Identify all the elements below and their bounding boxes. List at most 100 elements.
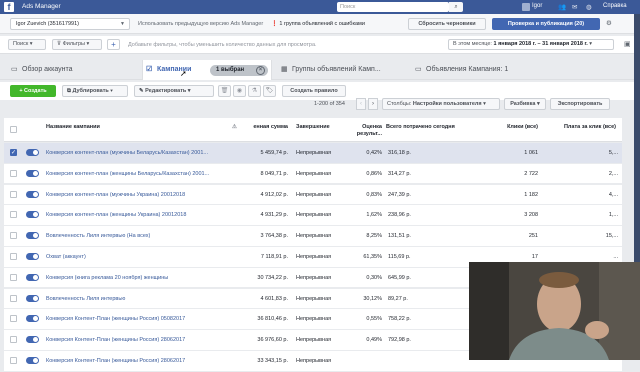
breakdown-button[interactable]: Разбивка ▾ [504,98,546,110]
row-checkbox[interactable] [10,253,17,260]
warning-icon: ❗ [271,21,278,27]
table-row[interactable]: Конверсия контент-план (мужчины Беларусь… [4,143,622,164]
row-checkbox[interactable] [10,149,17,156]
col-result-estimate[interactable]: Оценка результ... [350,124,382,137]
result-cell: 0,83% [366,191,382,198]
delete-icon[interactable]: 🗑 [218,85,231,97]
campaign-name[interactable]: Конверсия контент-план (женщины Украина)… [46,212,222,218]
prev-page-icon[interactable]: ‹ [356,98,366,110]
table-row[interactable]: Конверсия контент-план (женщины Беларусь… [4,163,622,185]
selected-badge[interactable]: 1 выбран × [210,65,268,76]
filter-hint: Добавьте фильтры, чтобы уменьшить количе… [128,42,317,48]
selected-badge-label: 1 выбран [216,67,245,73]
row-checkbox[interactable] [10,190,17,198]
end-cell: Непрерывная [296,212,332,219]
select-all-checkbox[interactable] [10,126,17,133]
row-checkbox[interactable] [10,211,17,219]
tab-account-overview[interactable]: ▭ Обзор аккаунта [8,60,138,80]
search-input[interactable]: Поиск [337,2,449,12]
next-page-icon[interactable]: › [368,98,378,110]
col-budget[interactable]: енная сумма [244,124,288,131]
ab-test-icon[interactable]: ⚗ [248,85,261,97]
facebook-logo-icon[interactable]: f [4,2,14,12]
table-row[interactable]: Конверсия контент-план (женщины Украина)… [4,205,622,226]
account-selector[interactable]: Igor Zuevich (351617991) ▼ [10,18,130,30]
campaign-toggle[interactable] [26,253,39,260]
col-campaign-name[interactable]: Название кампании [46,124,100,131]
campaign-toggle[interactable] [26,273,39,281]
user-name[interactable]: Igor [532,3,542,9]
cpc-cell: 15,... [605,233,618,240]
campaign-toggle[interactable] [26,294,39,302]
end-cell: Непрерывная [296,274,332,281]
edit-button[interactable]: ✎ Редактировать ▾ [134,85,214,97]
review-publish-button[interactable]: Проверка и публикация (20) [492,18,600,30]
close-icon[interactable]: × [256,66,265,75]
spent-cell: 645,99 р. [388,274,411,281]
create-rule-button[interactable]: Создать правило [282,85,346,97]
clicks-cell: 3 208 [524,212,538,219]
campaign-name[interactable]: Конверсия Контент-План (женщины Россия) … [46,316,222,322]
campaign-name[interactable]: Конверсия контент-план (мужчины Украина)… [46,192,222,198]
add-filter-button[interactable]: + [107,39,120,50]
budget-cell: 4 931,29 р. [260,212,288,219]
col-clicks[interactable]: Клики (все) [494,124,538,131]
tab-ad-sets[interactable]: ▦ Группы объявлений Камп... [278,60,408,80]
campaign-toggle[interactable] [26,149,39,156]
columns-dropdown[interactable]: Столбцы: Настройки пользователя ▾ [382,98,500,110]
date-range-value: 1 января 2018 г. – 31 января 2018 г. [493,41,588,47]
row-checkbox[interactable] [10,169,17,177]
app-title[interactable]: Ads Manager [22,3,61,10]
campaign-toggle[interactable] [26,315,39,323]
preview-icon[interactable]: ◉ [233,85,246,97]
row-checkbox[interactable] [10,232,17,240]
filter-icon: ⊽ [57,41,62,47]
campaign-name[interactable]: Вовлеченность Лиля интервью (На всех) [46,233,222,239]
col-spent-today[interactable]: Всего потрачено сегодня [386,124,455,131]
campaign-name[interactable]: Конверсия контент-план (женщины Беларусь… [46,171,222,177]
export-button[interactable]: Экспортировать [550,98,610,110]
campaign-name[interactable]: Вовлеченность Лиля интервью [46,296,222,302]
campaign-toggle[interactable] [26,232,39,240]
campaign-toggle[interactable] [26,211,39,219]
table-row[interactable]: Конверсия контент-план (мужчины Украина)… [4,184,622,206]
spent-cell: 89,27 р. [388,295,408,302]
row-checkbox[interactable] [10,294,17,302]
create-button[interactable]: + Создать [10,85,56,97]
row-checkbox[interactable] [10,315,17,323]
campaign-toggle[interactable] [26,357,39,364]
friends-icon[interactable]: 👥 [558,3,566,11]
campaign-name[interactable]: Конверсия контент-план (мужчины Беларусь… [46,150,222,156]
globe-icon[interactable]: ◍ [586,3,592,11]
campaign-name[interactable]: Конверсия Контент-План (женщины Россия) … [46,337,222,343]
campaign-toggle[interactable] [26,336,39,344]
budget-cell: 36 976,60 р. [257,337,288,344]
campaign-toggle[interactable] [26,169,39,177]
campaign-name[interactable]: Конверсия (книга реклама 20 ноября) женщ… [46,275,222,281]
date-range-picker[interactable]: В этом месяце: 1 января 2018 г. – 31 янв… [448,39,614,50]
gear-icon[interactable]: ⚙ [606,19,612,27]
table-row[interactable]: Вовлеченность Лиля интервью (На всех) 3 7… [4,226,622,247]
help-link[interactable]: Справка [603,3,627,9]
filters-chip[interactable]: ⊽ Фильтры ▾ [52,39,102,50]
discard-drafts-button[interactable]: Сбросить черновики [408,18,486,30]
campaign-name[interactable]: Конверсия Контент-План (женщины Россия) … [46,358,222,364]
col-cpc[interactable]: Плата за клик (все) [552,124,616,131]
row-checkbox[interactable] [10,336,17,344]
settings-icon[interactable]: ▣ [624,40,631,48]
error-warning[interactable]: ❗ 1 группа объявлений с ошибками [271,21,365,27]
avatar[interactable] [522,3,530,11]
campaign-name[interactable]: Охват (аккаунт) [46,254,222,260]
row-checkbox[interactable] [10,273,17,281]
search-icon[interactable]: ⌕ [449,2,463,12]
result-cell: 0,55% [366,316,382,323]
search-filter-chip[interactable]: Поиск ▾ [8,39,46,50]
duplicate-button[interactable]: ⧉ Дублировать ▾ [62,85,128,97]
messages-icon[interactable]: ✉ [572,3,577,11]
tab-ads[interactable]: ▭ Объявления Кампания: 1 [412,60,552,80]
tag-icon[interactable]: 🏷 [263,85,276,97]
campaign-toggle[interactable] [26,190,39,198]
col-end[interactable]: Завершение [296,124,330,131]
old-version-link[interactable]: Использовать предыдущую версию Ads Manag… [138,21,263,27]
row-checkbox[interactable] [10,357,17,364]
